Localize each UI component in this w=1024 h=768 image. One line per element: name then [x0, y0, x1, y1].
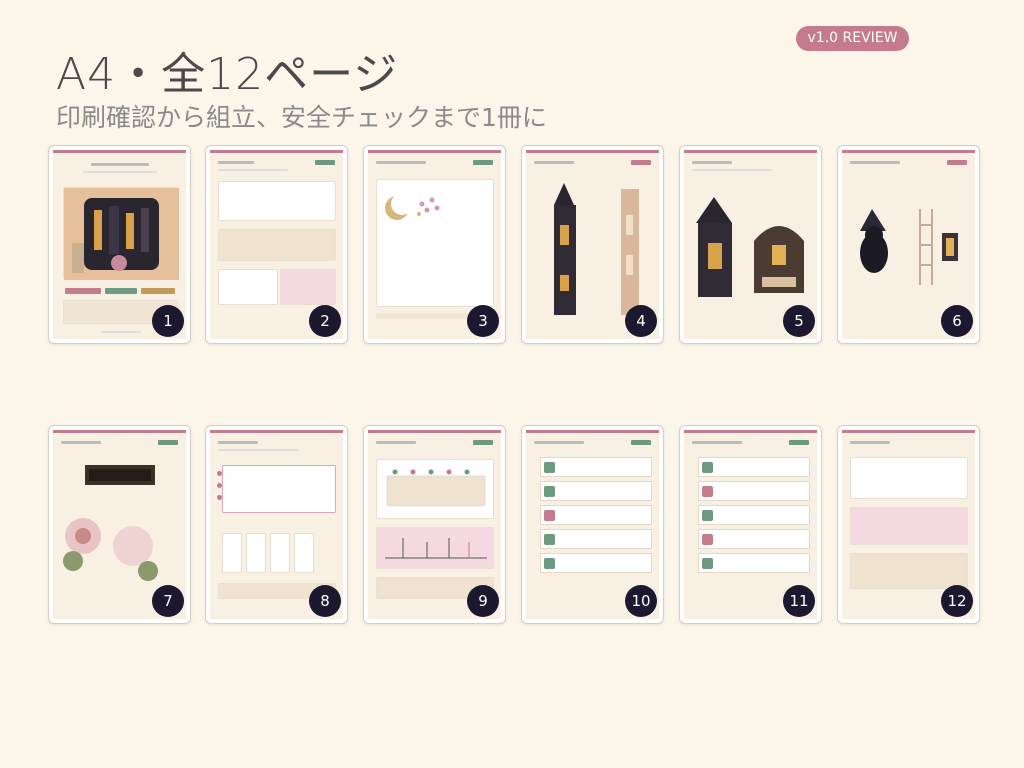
- page-title: A4・全12ページ: [56, 49, 399, 100]
- page-number: 6: [941, 305, 973, 337]
- page-thumbnail-2[interactable]: 2: [205, 145, 348, 344]
- page-thumbnail-1[interactable]: 1: [48, 145, 191, 344]
- page-subtitle: 印刷確認から組立、安全チェックまで1冊に: [56, 103, 547, 132]
- page-thumbnail-10[interactable]: 10: [521, 425, 664, 624]
- page-number: 1: [152, 305, 184, 337]
- tower-pieces-icon: [554, 183, 639, 315]
- moon-stars-icon: [385, 193, 440, 220]
- page-thumbnail-12[interactable]: 12: [837, 425, 980, 624]
- diorama-illustration-icon: [64, 188, 179, 280]
- page-thumbnail-9[interactable]: 9: [363, 425, 506, 624]
- house-pieces-icon: [696, 197, 804, 297]
- page-number: 4: [625, 305, 657, 337]
- version-badge: v1.0 REVIEW: [796, 26, 909, 51]
- page-thumbnail-6[interactable]: 6: [837, 145, 980, 344]
- page-number: 8: [309, 585, 341, 617]
- page-thumbnail-5[interactable]: 5: [679, 145, 822, 344]
- page-number: 11: [783, 585, 815, 617]
- page-thumbnail-8[interactable]: 8: [205, 425, 348, 624]
- page-thumbnail-7[interactable]: 7: [48, 425, 191, 624]
- page-thumbnail-3[interactable]: 3: [363, 145, 506, 344]
- layer-diagram-icon: [386, 469, 486, 507]
- page-number: 5: [783, 305, 815, 337]
- page-thumbnail-11[interactable]: 11: [679, 425, 822, 624]
- page-thumbnail-4[interactable]: 4: [521, 145, 664, 344]
- height-bars-icon: [385, 538, 487, 559]
- page-number: 3: [467, 305, 499, 337]
- page-number: 9: [467, 585, 499, 617]
- page-number: 12: [941, 585, 973, 617]
- page-number: 10: [625, 585, 657, 617]
- page-number: 7: [152, 585, 184, 617]
- page-number: 2: [309, 305, 341, 337]
